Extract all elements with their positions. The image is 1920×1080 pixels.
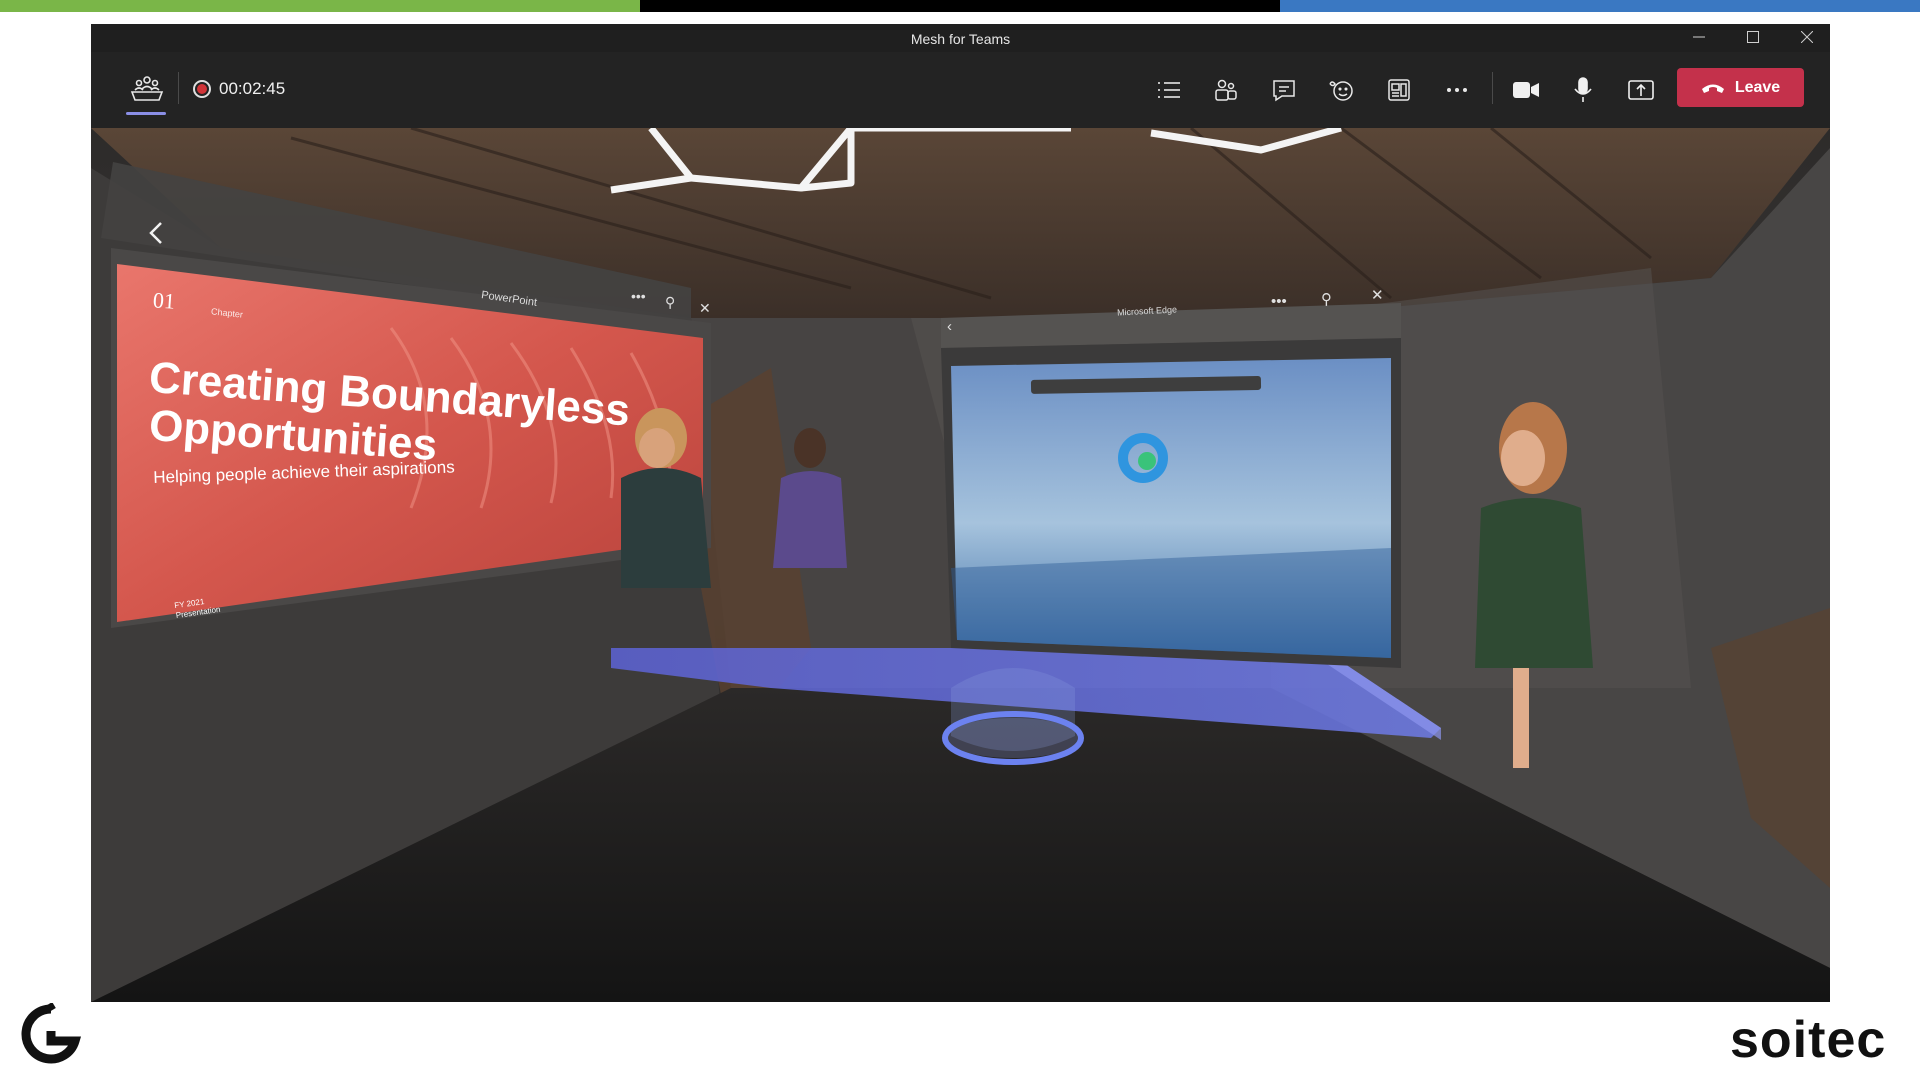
- strip-green: [0, 0, 640, 12]
- hang-up-icon: [1701, 84, 1724, 93]
- mic-button[interactable]: [1563, 70, 1603, 110]
- camera-icon: [1513, 82, 1539, 98]
- recording-icon: [193, 80, 211, 98]
- more-icon: [1447, 88, 1467, 92]
- recording-time: 00:02:45: [219, 79, 286, 98]
- maximize-icon[interactable]: [1729, 27, 1777, 49]
- active-tab-indicator: [126, 112, 166, 115]
- minimize-icon[interactable]: [1675, 27, 1723, 49]
- share-icon: [1628, 80, 1654, 100]
- powerpoint-close-icon[interactable]: ✕: [699, 300, 711, 317]
- soitec-logo: soitec: [1730, 1011, 1886, 1069]
- reactions-button[interactable]: [1321, 70, 1361, 110]
- title-bar: Mesh for Teams: [91, 24, 1830, 52]
- chat-button[interactable]: [1264, 70, 1304, 110]
- participants-button[interactable]: [1206, 70, 1246, 110]
- close-icon[interactable]: [1783, 27, 1830, 49]
- people-icon: [1215, 79, 1237, 101]
- chat-icon: [1273, 80, 1295, 102]
- edge-close-icon[interactable]: ✕: [1371, 286, 1384, 304]
- leave-button[interactable]: Leave: [1677, 68, 1804, 107]
- edge-pin-icon[interactable]: ⚲: [1321, 290, 1332, 308]
- edge-back-icon[interactable]: ‹: [947, 318, 952, 335]
- meeting-toolbar: 00:02:45 Leave: [91, 52, 1830, 128]
- rooms-icon: [1388, 79, 1410, 101]
- toolbar-divider: [1492, 72, 1493, 104]
- back-button[interactable]: [133, 210, 179, 256]
- strip-black: [640, 0, 1280, 12]
- mic-icon: [1574, 77, 1592, 102]
- mesh-window: Mesh for Teams 00:02:45 Leave PowerPoint…: [91, 24, 1830, 1002]
- rooms-button[interactable]: [1379, 70, 1419, 110]
- window-title: Mesh for Teams: [910, 31, 1011, 47]
- powerpoint-pin-icon[interactable]: ⚲: [665, 294, 675, 311]
- recording-timer: 00:02:45: [193, 76, 285, 102]
- top-color-strip: [0, 0, 1920, 12]
- powerpoint-more-icon[interactable]: •••: [631, 288, 646, 304]
- chevron-left-icon: [149, 222, 162, 244]
- strip-blue: [1280, 0, 1920, 12]
- toolbar-divider: [178, 72, 179, 104]
- emoji-icon: [1329, 81, 1353, 101]
- edge-more-icon[interactable]: •••: [1271, 293, 1287, 310]
- camera-button[interactable]: [1506, 70, 1546, 110]
- company-name: soitec: [1730, 1011, 1887, 1069]
- share-button[interactable]: [1621, 70, 1661, 110]
- virtual-room-scene[interactable]: PowerPoint ••• ⚲ ✕ 01 Chapter Creating B…: [91, 128, 1830, 1002]
- g-logo: [21, 1003, 82, 1064]
- room-background: [91, 128, 1830, 1002]
- list-icon: [1158, 82, 1180, 98]
- mesh-meeting-icon[interactable]: [125, 66, 169, 110]
- agenda-button[interactable]: [1149, 70, 1189, 110]
- slide-chapter-number: 01: [152, 287, 176, 314]
- more-actions-button[interactable]: [1437, 70, 1477, 110]
- leave-label: Leave: [1734, 78, 1781, 96]
